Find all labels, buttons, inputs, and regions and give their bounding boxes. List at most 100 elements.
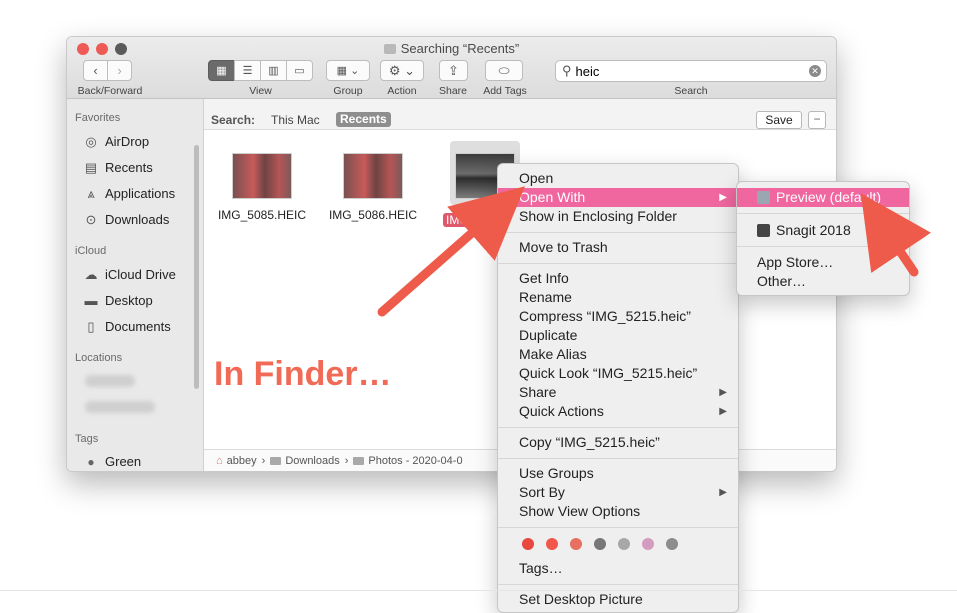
- menu-item-open[interactable]: Open: [498, 169, 738, 188]
- menu-item-share[interactable]: Share ▶: [498, 383, 738, 402]
- share-icon: ⇪: [448, 62, 459, 78]
- sidebar-item-downloads[interactable]: ⊙ Downloads: [83, 212, 170, 228]
- file-item[interactable]: IMG_5086.HEIC: [323, 153, 423, 222]
- sidebar-item-icloud-drive[interactable]: ☁ iCloud Drive: [83, 266, 176, 283]
- add-tags-label: Add Tags: [483, 85, 527, 97]
- tag-color-gray[interactable]: [666, 538, 678, 550]
- action-button[interactable]: ⚙ ⌄: [380, 60, 424, 81]
- menu-item-get-info[interactable]: Get Info: [498, 269, 738, 288]
- search-field[interactable]: ⚲ ✕: [555, 60, 827, 82]
- path-item[interactable]: abbey: [227, 455, 257, 467]
- tag-color-blue[interactable]: [618, 538, 630, 550]
- tag-color-purple[interactable]: [642, 538, 654, 550]
- scope-this-mac[interactable]: This Mac: [271, 113, 320, 127]
- menu-item-compress[interactable]: Compress “IMG_5215.heic”: [498, 307, 738, 326]
- blurred-location-2[interactable]: [85, 401, 155, 413]
- sidebar-item-label: Applications: [105, 186, 176, 201]
- menu-item-show-in-enclosing-folder[interactable]: Show in Enclosing Folder: [498, 207, 738, 226]
- save-search-button[interactable]: Save: [756, 111, 802, 129]
- blurred-location-1[interactable]: [85, 375, 135, 387]
- menu-item-use-groups[interactable]: Use Groups: [498, 464, 738, 483]
- view-gallery-button[interactable]: ▭: [286, 60, 313, 81]
- submenu-item-other[interactable]: Other…: [737, 272, 909, 291]
- menu-item-label: Quick Actions: [519, 403, 604, 419]
- remove-criteria-button[interactable]: −: [808, 111, 826, 129]
- icon-grid-icon: ▦: [216, 65, 227, 77]
- sidebar-item-label: iCloud Drive: [105, 267, 176, 282]
- submenu-item-preview-default[interactable]: Preview (default): [737, 188, 909, 207]
- menu-item-show-view-options[interactable]: Show View Options: [498, 502, 738, 521]
- path-item[interactable]: Photos - 2020-04-0: [368, 455, 462, 467]
- file-item[interactable]: IMG_5085.HEIC: [212, 153, 312, 222]
- sidebar-item-label: Recents: [105, 160, 153, 175]
- menu-item-open-with[interactable]: Open With ▶: [498, 188, 738, 207]
- menu-item-make-alias[interactable]: Make Alias: [498, 345, 738, 364]
- sidebar-item-documents[interactable]: ▯ Documents: [83, 319, 170, 335]
- menu-item-set-desktop-picture[interactable]: Set Desktop Picture: [498, 590, 738, 609]
- window-title: Searching “Recents”: [67, 41, 836, 56]
- submenu-arrow-icon: ▶: [719, 387, 727, 398]
- tag-color-red[interactable]: [522, 538, 534, 550]
- view-icon-button[interactable]: ▦: [208, 60, 235, 81]
- tag-color-green[interactable]: [594, 538, 606, 550]
- menu-item-quick-look[interactable]: Quick Look “IMG_5215.heic”: [498, 364, 738, 383]
- sidebar-item-applications[interactable]: ⩓ Applications: [83, 186, 176, 202]
- clear-search-icon[interactable]: ✕: [809, 65, 821, 77]
- menu-item-sort-by[interactable]: Sort By ▶: [498, 483, 738, 502]
- sidebar-item-label: Downloads: [105, 212, 170, 227]
- chevron-right-icon: ›: [117, 63, 122, 78]
- file-name: IMG_5086.HEIC: [328, 208, 418, 222]
- columns-icon: ▥: [268, 65, 279, 77]
- menu-item-tags[interactable]: Tags…: [498, 559, 738, 578]
- menu-separator: [498, 527, 738, 528]
- group-icon: ▦ ⌄: [336, 65, 360, 77]
- menu-item-copy[interactable]: Copy “IMG_5215.heic”: [498, 433, 738, 452]
- folder-icon: [383, 44, 396, 54]
- sidebar-item-airdrop[interactable]: ◎ AirDrop: [83, 134, 149, 150]
- menu-item-rename[interactable]: Rename: [498, 288, 738, 307]
- share-button[interactable]: ⇪: [439, 60, 468, 81]
- menu-item-quick-actions[interactable]: Quick Actions ▶: [498, 402, 738, 421]
- sidebar-header-favorites: Favorites: [75, 112, 121, 124]
- forward-button[interactable]: ›: [107, 60, 132, 81]
- back-button[interactable]: ‹: [83, 60, 108, 81]
- sidebar-scrollbar[interactable]: [194, 145, 199, 389]
- add-tags-button[interactable]: ⬭: [485, 60, 523, 81]
- submenu-arrow-icon: ▶: [719, 192, 727, 203]
- search-icon: ⚲: [562, 63, 572, 78]
- submenu-item-snagit[interactable]: Snagit 2018: [737, 221, 909, 240]
- tag-dot-icon: ●: [87, 454, 95, 469]
- scope-label: Search:: [211, 113, 256, 127]
- sidebar-item-recents[interactable]: ▤ Recents: [83, 160, 153, 176]
- menu-separator: [498, 458, 738, 459]
- path-item[interactable]: Downloads: [285, 455, 339, 467]
- folder-icon: [353, 457, 365, 465]
- sidebar-header-icloud: iCloud: [75, 245, 107, 257]
- group-button[interactable]: ▦ ⌄: [326, 60, 370, 81]
- menu-separator: [498, 427, 738, 428]
- submenu-arrow-icon: ▶: [719, 406, 727, 417]
- bottom-divider: [0, 590, 957, 591]
- submenu-item-app-store[interactable]: App Store…: [737, 253, 909, 272]
- tag-color-yellow[interactable]: [570, 538, 582, 550]
- menu-separator: [498, 263, 738, 264]
- sidebar: Favorites ◎ AirDrop ▤ Recents ⩓ Application…: [67, 99, 204, 471]
- home-icon: ⌂: [216, 455, 223, 467]
- scope-bar: Search: This Mac Recents Save −: [204, 99, 836, 130]
- menu-item-label: Open With: [519, 189, 586, 205]
- menu-separator: [498, 232, 738, 233]
- sidebar-item-desktop[interactable]: ▬ Desktop: [83, 293, 153, 308]
- sidebar-header-locations: Locations: [75, 352, 123, 364]
- menu-item-duplicate[interactable]: Duplicate: [498, 326, 738, 345]
- sidebar-item-label: Green: [105, 454, 142, 469]
- view-columns-button[interactable]: ▥: [260, 60, 287, 81]
- sidebar-item-tag-green[interactable]: ● Green: [83, 454, 141, 469]
- cloud-icon: ☁: [84, 266, 98, 282]
- view-list-button[interactable]: ☰: [234, 60, 261, 81]
- gear-icon: ⚙ ⌄: [388, 62, 416, 78]
- menu-item-move-to-trash[interactable]: Move to Trash: [498, 238, 738, 257]
- tag-color-orange[interactable]: [546, 538, 558, 550]
- annotation-label: In Finder…: [214, 355, 392, 393]
- search-input[interactable]: [575, 63, 796, 79]
- scope-recents[interactable]: Recents: [336, 112, 391, 127]
